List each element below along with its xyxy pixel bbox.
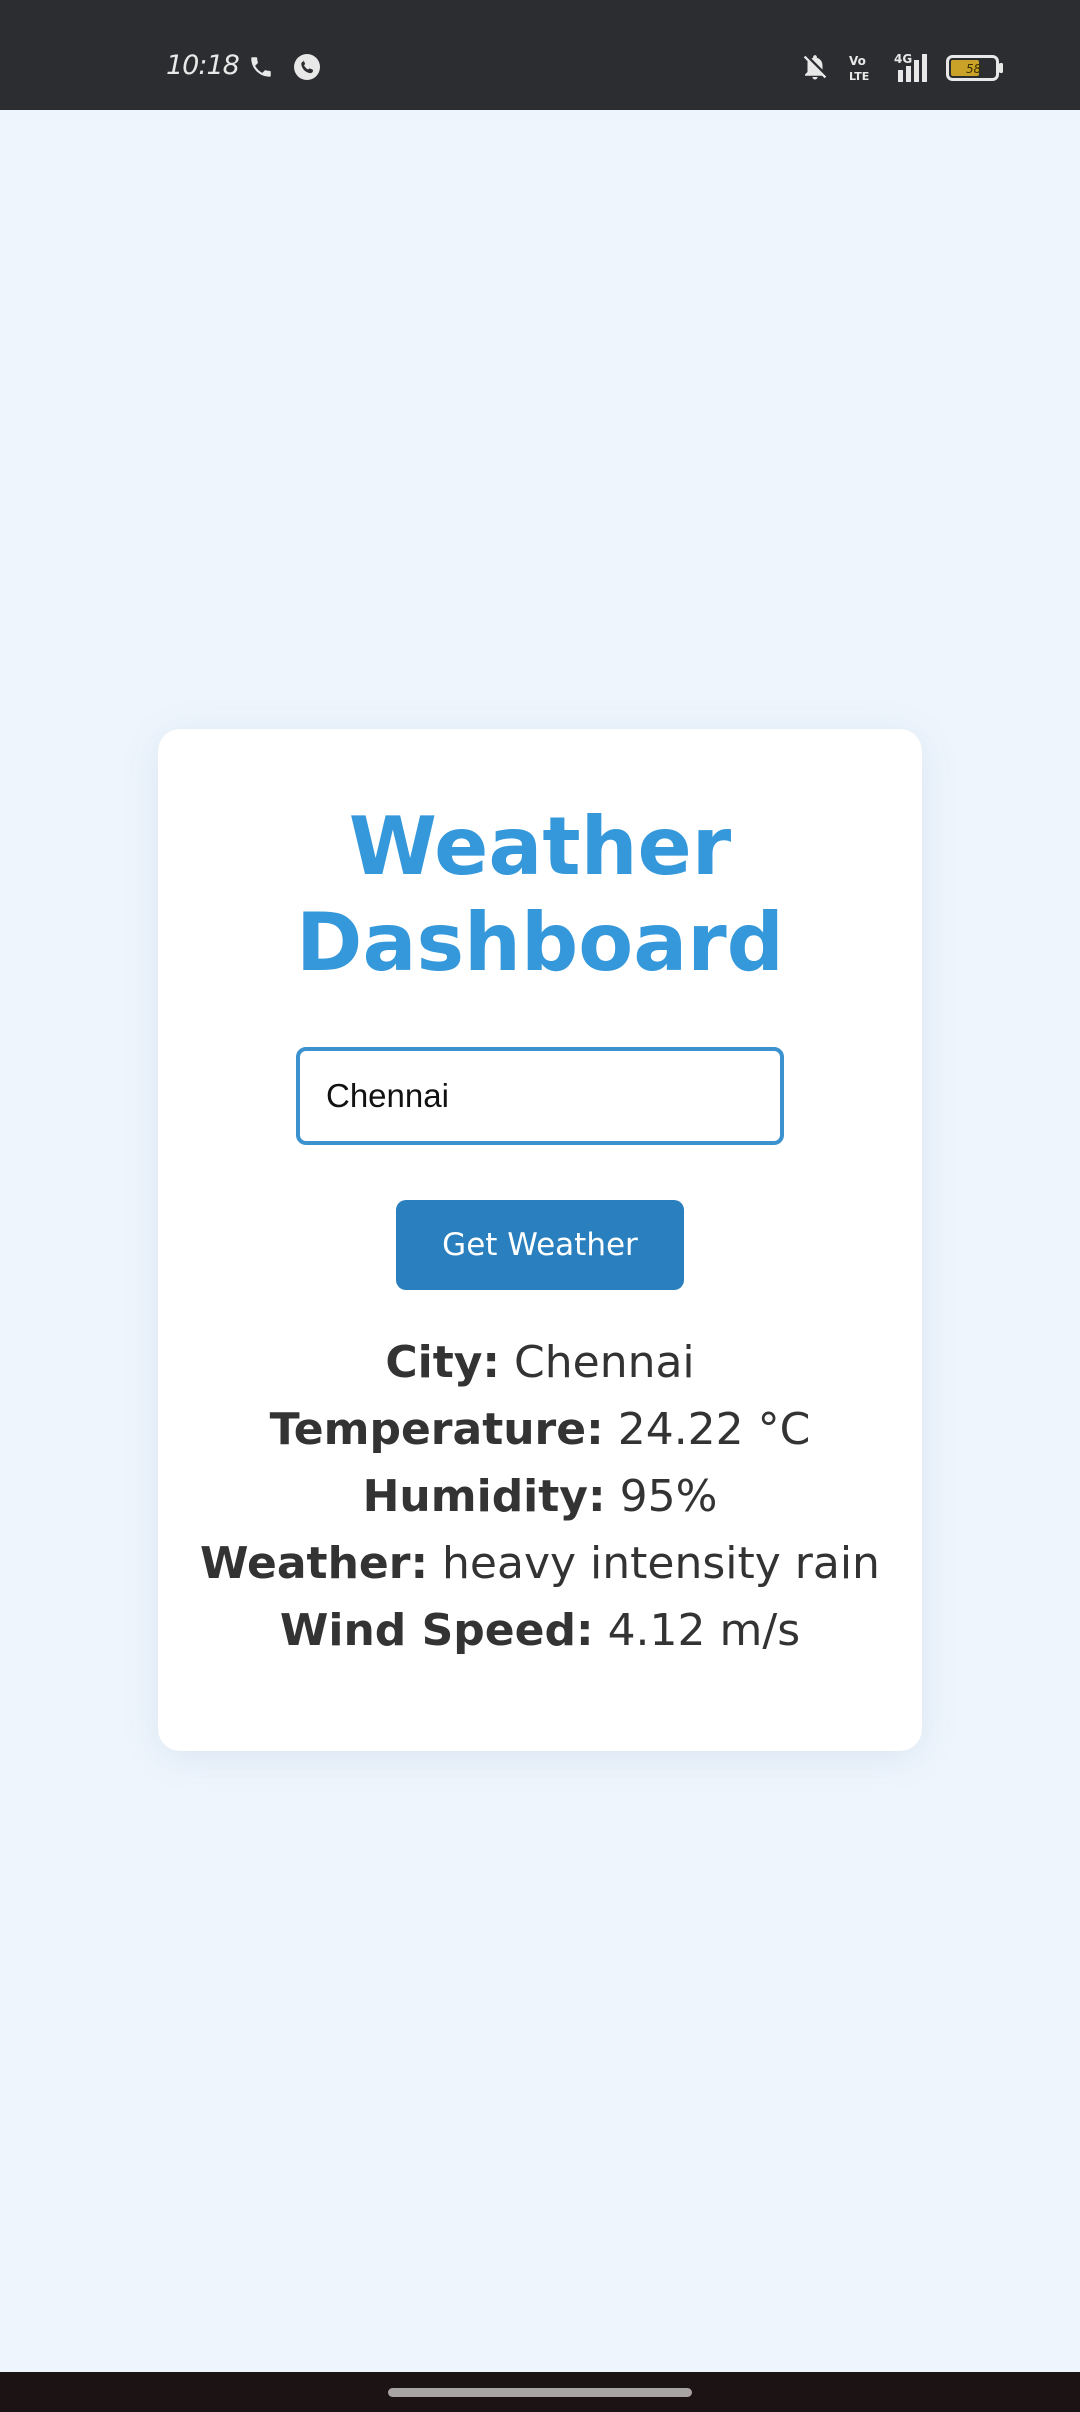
- whatsapp-icon: [292, 52, 322, 82]
- weather-label: Weather:: [200, 1538, 429, 1589]
- wind-speed-value: 4.12 m/s: [607, 1605, 801, 1656]
- svg-text:58: 58: [966, 62, 982, 76]
- phone-icon: [248, 54, 274, 80]
- humidity-label: Humidity:: [362, 1471, 606, 1522]
- humidity-value: 95%: [619, 1471, 718, 1522]
- city-row: City: Chennai: [158, 1329, 922, 1396]
- humidity-row: Humidity: 95%: [158, 1463, 922, 1530]
- temperature-label: Temperature:: [269, 1404, 604, 1455]
- wind-speed-row: Wind Speed: 4.12 m/s: [158, 1597, 922, 1664]
- navigation-bar: [0, 2372, 1080, 2412]
- battery-icon: 58: [946, 54, 1004, 82]
- home-gesture-handle[interactable]: [388, 2388, 692, 2397]
- city-value: Chennai: [514, 1337, 695, 1388]
- page-title: Weather Dashboard: [296, 800, 784, 989]
- city-label: City:: [385, 1337, 501, 1388]
- weather-value: heavy intensity rain: [442, 1538, 880, 1589]
- weather-results: City: Chennai Temperature: 24.22 °C Humi…: [158, 1329, 922, 1664]
- svg-text:Vo: Vo: [849, 54, 866, 68]
- temperature-value: 24.22 °C: [617, 1404, 811, 1455]
- bell-off-icon: [800, 52, 830, 82]
- get-weather-button[interactable]: Get Weather: [396, 1200, 684, 1290]
- temperature-row: Temperature: 24.22 °C: [158, 1396, 922, 1463]
- weather-row: Weather: heavy intensity rain: [158, 1530, 922, 1597]
- svg-text:LTE: LTE: [849, 70, 869, 82]
- svg-text:4G: 4G: [894, 52, 912, 66]
- volte-icon: Vo LTE: [848, 52, 874, 82]
- status-time: 10:18: [166, 50, 240, 81]
- signal-4g-icon: 4G: [890, 50, 936, 84]
- city-input[interactable]: [296, 1047, 784, 1145]
- status-bar: 10:18 Vo LTE 4G 58: [0, 0, 1080, 110]
- wind-speed-label: Wind Speed:: [279, 1605, 594, 1656]
- weather-card: Weather Dashboard Get Weather City: Chen…: [158, 729, 922, 1751]
